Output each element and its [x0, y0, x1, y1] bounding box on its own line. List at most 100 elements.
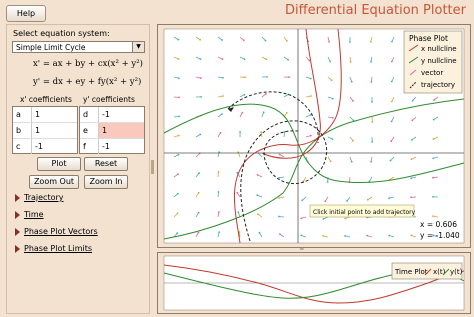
- coef-value-input[interactable]: 1: [31, 123, 77, 138]
- vector-arrow-head: [262, 111, 265, 114]
- zoom-out-button[interactable]: Zoom Out: [29, 175, 79, 189]
- vector-arrow-head: [350, 80, 353, 83]
- vector-arrow-head: [366, 198, 369, 201]
- coef-row-b[interactable]: b 1: [13, 123, 77, 139]
- vector-arrow-head: [176, 232, 179, 235]
- vector-arrow-head: [217, 171, 220, 173]
- vector-arrow-head: [370, 41, 372, 43]
- coef-name: a: [16, 110, 21, 119]
- equation-system-select[interactable]: Simple Limit Cycle ▼: [12, 41, 145, 53]
- triangle-right-icon: [15, 227, 20, 236]
- triangle-right-icon: [15, 193, 20, 202]
- coef-row-c[interactable]: c -1: [13, 139, 77, 154]
- expander-label: Trajectory: [24, 193, 64, 202]
- vector-arrow-head: [329, 60, 332, 63]
- vector-arrow-head: [221, 113, 223, 115]
- vector-arrow-head: [242, 39, 245, 42]
- vector-arrow-head: [332, 117, 334, 119]
- y-coefficients-title: y' coefficients: [83, 95, 135, 104]
- vector-arrow-head: [258, 231, 261, 234]
- legend-item-x-nullcline: x nullcline: [421, 45, 457, 53]
- vector-arrow-head: [326, 181, 329, 183]
- vector-arrow-head: [432, 118, 435, 121]
- vector-arrow-head: [177, 173, 179, 176]
- vector-arrow-head: [222, 76, 224, 79]
- vector-arrow-head: [265, 93, 267, 95]
- coef-value-input[interactable]: 1: [98, 123, 144, 138]
- vector-arrow-head: [197, 211, 200, 214]
- vector-arrow-head: [285, 112, 288, 114]
- zoom-in-button[interactable]: Zoom In: [84, 175, 128, 189]
- plot-button[interactable]: Plot: [37, 157, 81, 171]
- time-plot-canvas[interactable]: Time Plot x(t) y(t): [158, 253, 470, 313]
- top-bar: Help Differential Equation Plotter: [0, 0, 474, 22]
- coef-row-f[interactable]: f -1: [80, 139, 144, 154]
- equation-system-value: Simple Limit Cycle: [16, 43, 86, 52]
- expander-time[interactable]: Time: [15, 210, 44, 219]
- vector-arrow-head: [366, 234, 369, 237]
- vector-arrow-head: [197, 191, 200, 194]
- vector-arrow-head: [278, 215, 280, 218]
- vector-arrow-head: [324, 200, 327, 203]
- vector-arrow-head: [301, 199, 304, 202]
- coef-row-d[interactable]: d -1: [80, 107, 144, 123]
- coef-value-input[interactable]: -1: [98, 107, 144, 122]
- tooltip-text: Click initial point to add trajectory: [313, 209, 416, 216]
- legend-item-y-nullcline: y nullcline: [421, 57, 457, 65]
- vector-arrow-head: [390, 100, 393, 103]
- vector-arrow-head: [257, 213, 259, 216]
- vector-arrow-head: [352, 100, 354, 102]
- time-plot-panel[interactable]: Time Plot x(t) y(t): [157, 252, 471, 314]
- vector-arrow-head: [330, 79, 333, 82]
- coord-x: x = 0.606: [420, 220, 457, 229]
- vector-arrow-head: [370, 81, 373, 83]
- vector-arrow-head: [344, 235, 346, 237]
- vector-arrow-head: [288, 76, 290, 79]
- vector-arrow-head: [331, 138, 334, 140]
- coef-value-input[interactable]: -1: [98, 139, 144, 154]
- triangle-right-icon: [15, 210, 20, 219]
- reset-button[interactable]: Reset: [84, 157, 128, 171]
- vector-arrow-head: [300, 234, 303, 237]
- vector-arrow-head: [222, 95, 224, 97]
- expander-phase-plot-limits[interactable]: Phase Plot Limits: [15, 244, 92, 253]
- vector-arrow-head: [221, 39, 223, 41]
- time-legend-title: Time Plot: [394, 268, 428, 276]
- vector-arrow-head: [199, 58, 202, 60]
- vector-arrow-head: [350, 160, 353, 163]
- vector-arrow-head: [352, 140, 354, 142]
- legend-item-trajectory: trajectory: [421, 81, 455, 89]
- help-button[interactable]: Help: [6, 5, 46, 22]
- vertical-splitter[interactable]: [150, 24, 155, 312]
- vector-arrow-head: [410, 196, 412, 199]
- vector-arrow-head: [243, 93, 246, 96]
- expander-phase-plot-vectors[interactable]: Phase Plot Vectors: [15, 227, 98, 236]
- expander-label: Phase Plot Vectors: [24, 227, 98, 236]
- phase-plot-canvas[interactable]: Phase Plot x nullcline y nullcline vecto…: [158, 25, 470, 247]
- coef-value-input[interactable]: -1: [31, 139, 77, 154]
- legend-item-vector: vector: [421, 69, 443, 77]
- vector-arrow-head: [177, 77, 180, 80]
- chevron-down-icon[interactable]: ▼: [132, 42, 144, 52]
- phase-plot-panel[interactable]: Phase Plot x nullcline y nullcline vecto…: [157, 24, 471, 248]
- vector-arrow-head: [309, 114, 312, 116]
- coef-row-e[interactable]: e 1: [80, 123, 144, 139]
- app-title: Differential Equation Plotter: [285, 3, 466, 18]
- vector-arrow-head: [178, 115, 180, 118]
- vector-arrow-head: [199, 133, 202, 136]
- vector-arrow-head: [218, 211, 220, 214]
- vector-arrow-head: [241, 111, 244, 114]
- vector-arrow-head: [349, 41, 351, 43]
- coef-row-a[interactable]: a 1: [13, 107, 77, 123]
- x-coefficients-table: a 1 b 1 c -1: [12, 106, 78, 154]
- vector-arrow-head: [370, 61, 372, 63]
- vector-arrow-head: [411, 99, 414, 102]
- equation-y: y' = dx + ey + fy(x² + y²): [33, 77, 142, 87]
- vector-arrow-head: [243, 58, 246, 61]
- expander-trajectory[interactable]: Trajectory: [15, 193, 64, 202]
- vector-arrow-head: [410, 158, 413, 161]
- vector-arrow-head: [344, 217, 347, 220]
- vector-arrow-head: [391, 40, 393, 43]
- phase-legend: Phase Plot x nullcline y nullcline vecto…: [403, 30, 463, 94]
- coef-value-input[interactable]: 1: [31, 107, 77, 122]
